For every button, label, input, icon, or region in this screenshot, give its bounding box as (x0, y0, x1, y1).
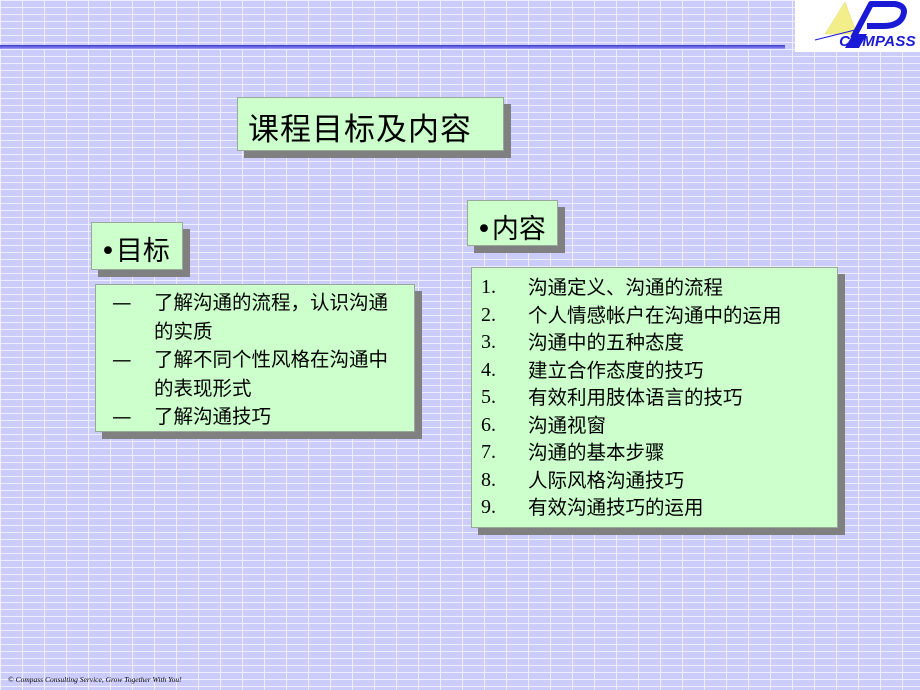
goal-item: — 了解不同个性风格在沟通中的表现形式 (96, 346, 404, 403)
content-text: 有效利用肢体语言的技巧 (528, 386, 743, 409)
goal-text: 了解不同个性风格在沟通中的表现形式 (154, 348, 389, 400)
contents-header-box: •内容 (467, 200, 558, 246)
item-number: 5. (481, 386, 496, 408)
content-item: 8. 人际风格沟通技巧 (472, 467, 782, 495)
dash-marker: — (112, 348, 132, 371)
content-text: 沟通中的五种态度 (528, 331, 685, 354)
item-number: 2. (481, 303, 496, 326)
header-rule (0, 45, 785, 49)
item-number: 9. (481, 496, 496, 518)
goals-box: — 了解沟通的流程，认识沟通的实质 — 了解不同个性风格在沟通中的表现形式 — 了解沟… (95, 284, 415, 432)
content-text: 沟通视窗 (528, 413, 607, 437)
content-text: 沟通定义、沟通的流程 (528, 276, 724, 299)
goals-header: •目标 (100, 236, 170, 267)
item-number: 1. (481, 276, 496, 298)
dash-marker: — (112, 291, 132, 314)
page-title: 课程目标及内容 (248, 112, 472, 148)
content-text: 沟通的基本步骤 (528, 441, 665, 464)
contents-box: 1. 沟通定义、沟通的流程 2. 个人情感帐户在沟通中的运用 3. 沟通中的五种态度 … (471, 267, 838, 528)
content-item: 6. 沟通视窗 (472, 412, 782, 440)
goal-item: — 了解沟通的流程，认识沟通的实质 (96, 289, 404, 346)
content-text: 人际风格沟通技巧 (528, 468, 685, 492)
content-item: 5. 有效利用肢体语言的技巧 (472, 384, 782, 412)
contents-list: 1. 沟通定义、沟通的流程 2. 个人情感帐户在沟通中的运用 3. 沟通中的五种态度 … (472, 274, 782, 522)
content-item: 2. 个人情感帐户在沟通中的运用 (472, 302, 782, 330)
compass-logo: COMPASS (795, 0, 920, 52)
title-box: 课程目标及内容 (237, 97, 504, 151)
goal-item: — 了解沟通技巧 (96, 403, 404, 432)
content-item: 3. 沟通中的五种态度 (472, 329, 782, 357)
footer-copyright: © Compass Consulting Service, Grow Toget… (8, 675, 182, 684)
item-number: 7. (481, 441, 496, 463)
contents-header: •内容 (476, 214, 546, 245)
content-item: 7. 沟通的基本步骤 (472, 439, 782, 467)
item-number: 4. (481, 358, 496, 381)
goal-text: 了解沟通的流程，认识沟通的实质 (154, 291, 389, 343)
content-text: 个人情感帐户在沟通中的运用 (528, 303, 782, 327)
content-item: 9. 有效沟通技巧的运用 (472, 494, 782, 522)
logo-text: COMPASS (839, 33, 916, 50)
goals-header-box: •目标 (91, 222, 183, 270)
item-number: 6. (481, 413, 496, 436)
dash-marker: — (112, 405, 132, 428)
goals-list: — 了解沟通的流程，认识沟通的实质 — 了解不同个性风格在沟通中的表现形式 — 了解沟… (96, 289, 404, 432)
item-number: 3. (481, 331, 496, 353)
content-text: 建立合作态度的技巧 (528, 358, 704, 382)
item-number: 8. (481, 468, 496, 491)
goal-text: 了解沟通技巧 (154, 405, 272, 428)
content-text: 有效沟通技巧的运用 (528, 496, 704, 519)
content-item: 4. 建立合作态度的技巧 (472, 357, 782, 385)
content-item: 1. 沟通定义、沟通的流程 (472, 274, 782, 302)
